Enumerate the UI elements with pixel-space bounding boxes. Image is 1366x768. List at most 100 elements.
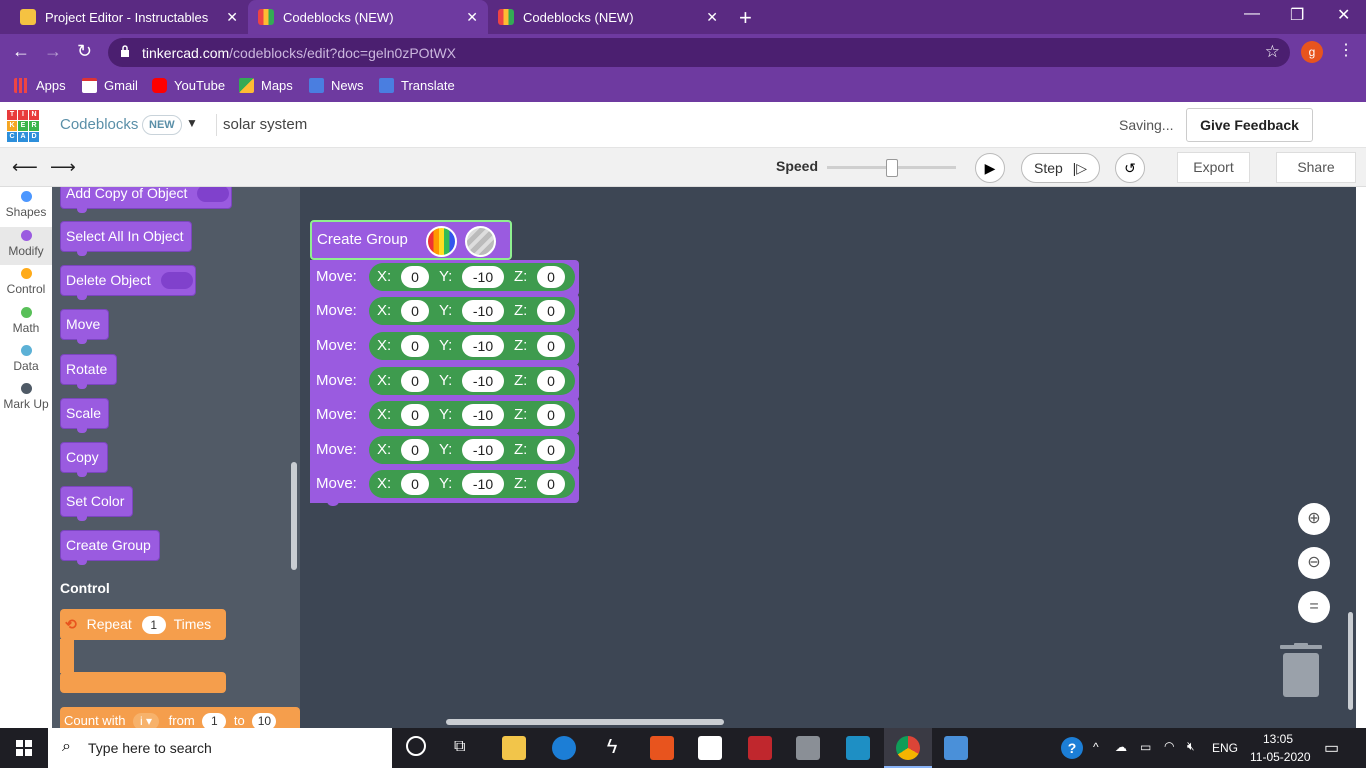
camera-icon[interactable] — [796, 736, 820, 760]
x-value-field[interactable]: 0 — [401, 404, 429, 426]
windows-start-icon[interactable] — [16, 740, 32, 756]
x-value-field[interactable]: 0 — [401, 370, 429, 392]
tab-project-editor[interactable]: Project Editor - Instructables ✕ — [0, 0, 248, 34]
chevron-down-icon[interactable]: ▼ — [186, 116, 198, 130]
count-from-field[interactable]: 1 — [202, 713, 227, 728]
palette-block-set-color[interactable]: Set Color — [60, 486, 133, 521]
category-control[interactable]: Control — [0, 268, 52, 304]
step-button[interactable]: Step |▷ — [1021, 153, 1100, 183]
address-bar[interactable]: tinkercad.com/codeblocks/edit?doc=geln0z… — [108, 38, 1290, 67]
code-workspace[interactable]: Create Group Move: X: 0 Y: -10 Z: 0 Move: X: 0 Y: -… — [300, 187, 1356, 728]
close-tab-icon[interactable]: ✕ — [466, 9, 478, 26]
export-button[interactable]: Export — [1177, 152, 1250, 183]
bookmark-youtube[interactable]: YouTube — [152, 78, 225, 93]
reload-icon[interactable]: ↻ — [77, 41, 92, 62]
play-button[interactable]: ▶ — [975, 153, 1005, 183]
z-value-field[interactable]: 0 — [537, 404, 565, 426]
category-data[interactable]: Data — [0, 345, 52, 381]
x-value-field[interactable]: 0 — [401, 473, 429, 495]
category-shapes[interactable]: Shapes — [0, 191, 52, 227]
repeat-count-field[interactable]: 1 — [141, 616, 166, 634]
category-math[interactable]: Math — [0, 307, 52, 343]
language-indicator[interactable]: ENG — [1212, 741, 1238, 755]
volume-muted-icon[interactable]: 🔇︎ — [1187, 739, 1195, 754]
store-icon[interactable] — [698, 736, 722, 760]
x-value-field[interactable]: 0 — [401, 300, 429, 322]
tab-codeblocks[interactable]: Codeblocks (NEW) ✕ — [488, 0, 728, 34]
count-to-field[interactable]: 10 — [252, 713, 277, 728]
clock-time[interactable]: 13:05 — [1263, 732, 1293, 746]
undo-icon[interactable]: ⟵ — [12, 157, 38, 178]
z-value-field[interactable]: 0 — [537, 335, 565, 357]
move-block[interactable]: Move: X: 0 Y: -10 Z: 0 — [310, 433, 579, 469]
bookmark-apps[interactable]: Apps — [14, 78, 66, 93]
create-group-block[interactable]: Create Group — [310, 220, 512, 260]
wifi-icon[interactable]: ◠ — [1164, 739, 1174, 753]
y-value-field[interactable]: -10 — [462, 335, 504, 357]
clock-date[interactable]: 11-05-2020 — [1250, 750, 1311, 764]
palette-block-count-with[interactable]: Count with i ▾ from 1 to 10 — [60, 707, 300, 728]
notifications-icon[interactable]: ▭ — [1324, 738, 1339, 758]
app-icon[interactable]: ϟ — [600, 736, 624, 760]
palette-block-move[interactable]: Move — [60, 309, 109, 344]
bookmark-maps[interactable]: Maps — [239, 78, 293, 93]
trash-icon[interactable] — [1280, 643, 1322, 699]
rainbow-color-swatch[interactable] — [426, 226, 457, 257]
chevron-up-icon[interactable]: ^ — [1093, 740, 1099, 754]
x-value-field[interactable]: 0 — [401, 439, 429, 461]
bookmark-translate[interactable]: Translate — [379, 78, 455, 93]
profile-avatar[interactable]: g — [1301, 41, 1323, 63]
new-tab-button[interactable]: + — [739, 5, 752, 31]
bookmark-star-icon[interactable]: ☆ — [1265, 42, 1280, 62]
workspace-h-scrollbar[interactable] — [446, 719, 724, 725]
palette-block-rotate[interactable]: Rotate — [60, 354, 117, 389]
browser-menu-icon[interactable]: ⋮ — [1338, 40, 1354, 60]
x-value-field[interactable]: 0 — [401, 266, 429, 288]
chrome-taskbar-active[interactable] — [884, 728, 932, 768]
mcafee-icon[interactable] — [748, 736, 772, 760]
speed-slider-thumb[interactable] — [885, 159, 898, 177]
z-value-field[interactable]: 0 — [537, 473, 565, 495]
close-tab-icon[interactable]: ✕ — [226, 9, 238, 26]
back-icon[interactable]: ← — [12, 41, 30, 62]
restore-icon[interactable]: ❐ — [1290, 5, 1304, 25]
task-view-icon[interactable]: ⧉ — [454, 738, 465, 756]
bookmark-news[interactable]: News — [309, 78, 364, 93]
palette-block-create-group[interactable]: Create Group — [60, 530, 160, 565]
tab-codeblocks-active[interactable]: Codeblocks (NEW) ✕ — [248, 0, 488, 34]
cortana-icon[interactable] — [406, 736, 426, 756]
palette-block-repeat[interactable]: ⟲ Repeat 1 Times — [60, 609, 226, 640]
zoom-reset-icon[interactable]: = — [1298, 591, 1330, 623]
y-value-field[interactable]: -10 — [462, 404, 504, 426]
close-window-icon[interactable]: ✕ — [1337, 5, 1350, 25]
forward-icon[interactable]: → — [44, 41, 62, 62]
file-explorer-icon[interactable] — [502, 736, 526, 760]
y-value-field[interactable]: -10 — [462, 473, 504, 495]
y-value-field[interactable]: -10 — [462, 439, 504, 461]
photos-icon[interactable] — [944, 736, 968, 760]
zoom-in-icon[interactable]: ⊕ — [1298, 503, 1330, 535]
z-value-field[interactable]: 0 — [537, 439, 565, 461]
arduino-icon[interactable] — [846, 736, 870, 760]
tinkercad-logo[interactable]: T I N K E R C A D — [7, 110, 39, 142]
palette-scrollbar[interactable] — [291, 462, 297, 570]
project-name[interactable]: solar system — [223, 116, 307, 133]
move-block[interactable]: Move: X: 0 Y: -10 Z: 0 — [310, 364, 579, 400]
close-tab-icon[interactable]: ✕ — [706, 9, 718, 26]
count-var-dropdown[interactable]: i ▾ — [133, 713, 160, 728]
y-value-field[interactable]: -10 — [462, 300, 504, 322]
give-feedback-button[interactable]: Give Feedback — [1186, 108, 1313, 142]
onedrive-icon[interactable]: ☁ — [1115, 740, 1127, 754]
zoom-out-icon[interactable]: ⊖ — [1298, 547, 1330, 579]
hole-color-swatch[interactable] — [465, 226, 496, 257]
office-icon[interactable] — [650, 736, 674, 760]
move-block[interactable]: Move: X: 0 Y: -10 Z: 0 — [310, 294, 579, 330]
palette-block-delete-object[interactable]: Delete Object — [60, 265, 196, 300]
redo-icon[interactable]: ⟶ — [50, 157, 76, 178]
palette-block-select-all[interactable]: Select All In Object — [60, 221, 192, 256]
reset-button[interactable]: ↺ — [1115, 153, 1145, 183]
move-block[interactable]: Move: X: 0 Y: -10 Z: 0 — [310, 329, 579, 365]
palette-block-copy[interactable]: Copy — [60, 442, 108, 477]
help-icon[interactable]: ? — [1061, 737, 1083, 759]
minimize-icon[interactable]: — — [1244, 5, 1260, 23]
